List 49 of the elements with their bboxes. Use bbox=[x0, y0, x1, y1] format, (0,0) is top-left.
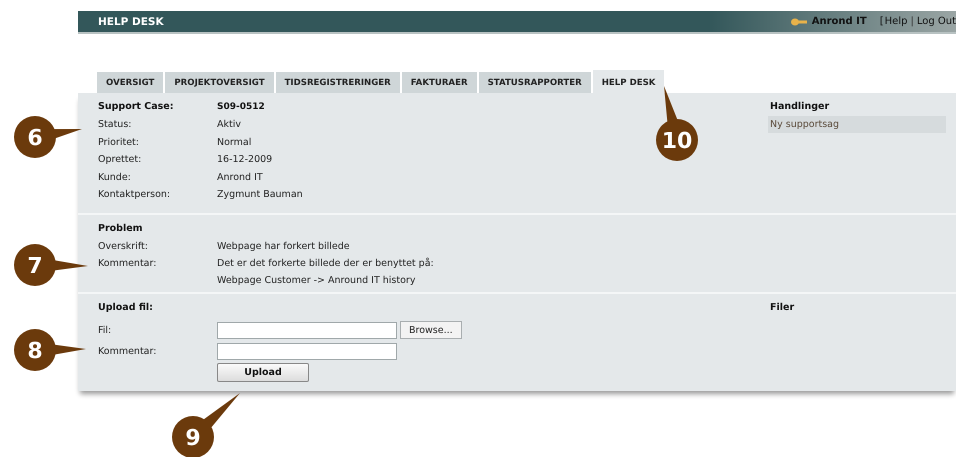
field-value: Zygmunt Bauman bbox=[217, 189, 303, 200]
action-item[interactable]: Ny supportsag bbox=[768, 116, 946, 133]
separator-text: | bbox=[910, 16, 914, 27]
separator-text: [ bbox=[880, 16, 884, 27]
field-value: Anrond IT bbox=[217, 172, 263, 182]
field-value: Normal bbox=[217, 136, 252, 148]
field-label: Prioritet: bbox=[98, 136, 140, 148]
section-heading: Upload fil: bbox=[98, 302, 153, 313]
callout-number: 9 bbox=[185, 426, 201, 451]
file-field[interactable] bbox=[217, 322, 397, 338]
nav-tab[interactable]: OVERSIGT bbox=[97, 72, 164, 93]
field-label: Kontaktperson: bbox=[98, 189, 172, 200]
nav-tab[interactable]: HELP DESK bbox=[592, 70, 664, 93]
field-value: Webpage Customer -> Anround IT history bbox=[217, 275, 416, 286]
callout-number: 7 bbox=[27, 254, 43, 279]
case-number: S09-0512 bbox=[217, 101, 265, 112]
callout-marker bbox=[14, 329, 86, 371]
callout-number: 6 bbox=[27, 126, 43, 151]
section-heading: Support Case: bbox=[98, 101, 175, 112]
app-title: HELP DESK bbox=[98, 16, 164, 28]
browse-button[interactable]: Browse... bbox=[400, 321, 462, 339]
nav-tab[interactable]: STATUSRAPPORTER bbox=[478, 72, 591, 93]
field-value: 16-12-2009 bbox=[217, 154, 272, 165]
comment-field[interactable] bbox=[217, 342, 397, 360]
nav-tab[interactable]: TIDSREGISTRERINGER bbox=[276, 72, 400, 93]
user-name: Anrond IT bbox=[812, 16, 867, 27]
field-label: Kunde: bbox=[98, 172, 132, 182]
field-value: Webpage har forkert billede bbox=[217, 240, 350, 252]
key-icon bbox=[790, 18, 807, 26]
section-heading: Filer bbox=[770, 302, 796, 313]
callout-number: 8 bbox=[27, 339, 43, 364]
field-label: Kommentar: bbox=[98, 258, 158, 269]
upload-button[interactable]: Upload bbox=[217, 362, 309, 382]
field-label: Oprettet: bbox=[98, 154, 142, 165]
nav-tab[interactable]: PROJEKTOVERSIGT bbox=[165, 72, 274, 93]
field-label: Fil: bbox=[98, 324, 112, 336]
field-label: Status: bbox=[98, 119, 132, 130]
header-link[interactable]: Help bbox=[884, 16, 908, 27]
section-heading: Problem bbox=[98, 222, 143, 234]
section-heading: Handlinger bbox=[770, 101, 830, 112]
callout-marker bbox=[14, 116, 82, 158]
field-label: Overskrift: bbox=[98, 240, 149, 252]
field-value: Det er det forkerte billede der er benyttet på: bbox=[217, 258, 434, 269]
nav-tab[interactable]: FAKTURAER bbox=[402, 72, 477, 93]
callout-marker bbox=[172, 393, 240, 457]
header-link[interactable]: Log Out bbox=[916, 16, 956, 27]
field-label: Kommentar: bbox=[98, 346, 158, 356]
field-value: Aktiv bbox=[217, 119, 241, 130]
callout-number: 10 bbox=[662, 129, 692, 154]
